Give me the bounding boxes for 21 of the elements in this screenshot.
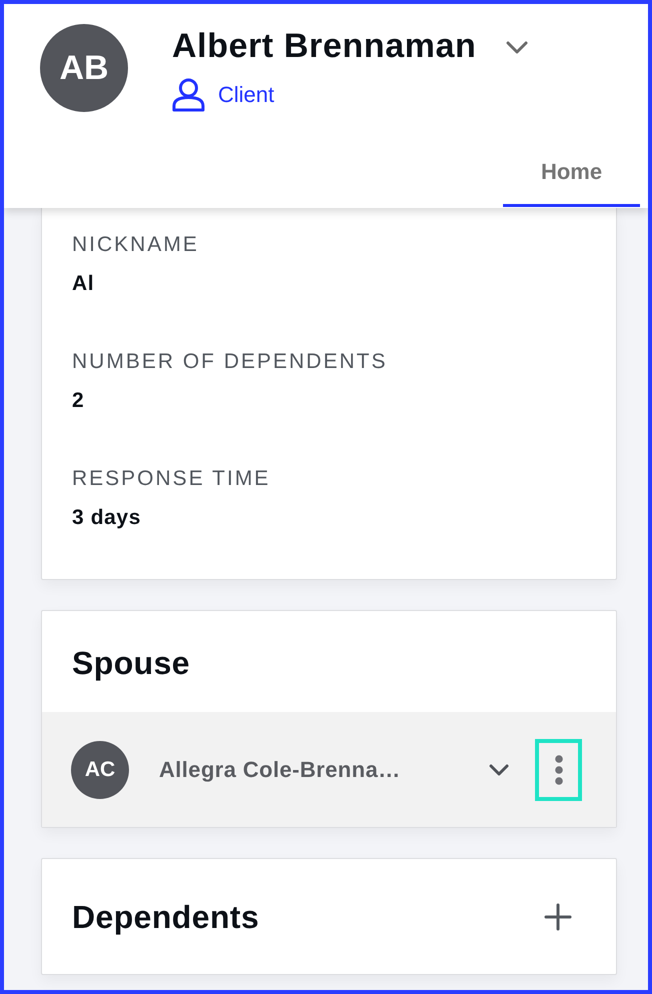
field-label: RESPONSE TIME bbox=[72, 467, 272, 491]
add-button[interactable] bbox=[544, 903, 572, 931]
more-button[interactable] bbox=[535, 738, 582, 800]
section-title: Spouse bbox=[72, 645, 191, 681]
field-value: 3 days bbox=[72, 506, 142, 530]
avatar: AC bbox=[71, 740, 129, 798]
chevron-down-icon[interactable] bbox=[506, 40, 528, 54]
more-icon bbox=[554, 754, 562, 784]
field-value: Al bbox=[72, 272, 96, 296]
section-title: Dependents bbox=[72, 899, 260, 935]
field-label: NICKNAME bbox=[72, 233, 200, 257]
role-label: Client bbox=[218, 82, 274, 108]
client-name: Albert Brennaman bbox=[172, 26, 476, 66]
field-label: NUMBER OF DEPENDENTS bbox=[72, 350, 388, 374]
person-icon bbox=[172, 78, 205, 112]
field-value: 2 bbox=[72, 389, 86, 413]
plus-icon bbox=[544, 903, 572, 931]
spouse-name: Allegra Cole-Brenna… bbox=[159, 756, 400, 784]
chevron-down-icon[interactable] bbox=[489, 764, 509, 776]
avatar: AB bbox=[40, 24, 128, 112]
spouse-row[interactable]: AC Allegra Cole-Brenna… bbox=[42, 712, 616, 827]
